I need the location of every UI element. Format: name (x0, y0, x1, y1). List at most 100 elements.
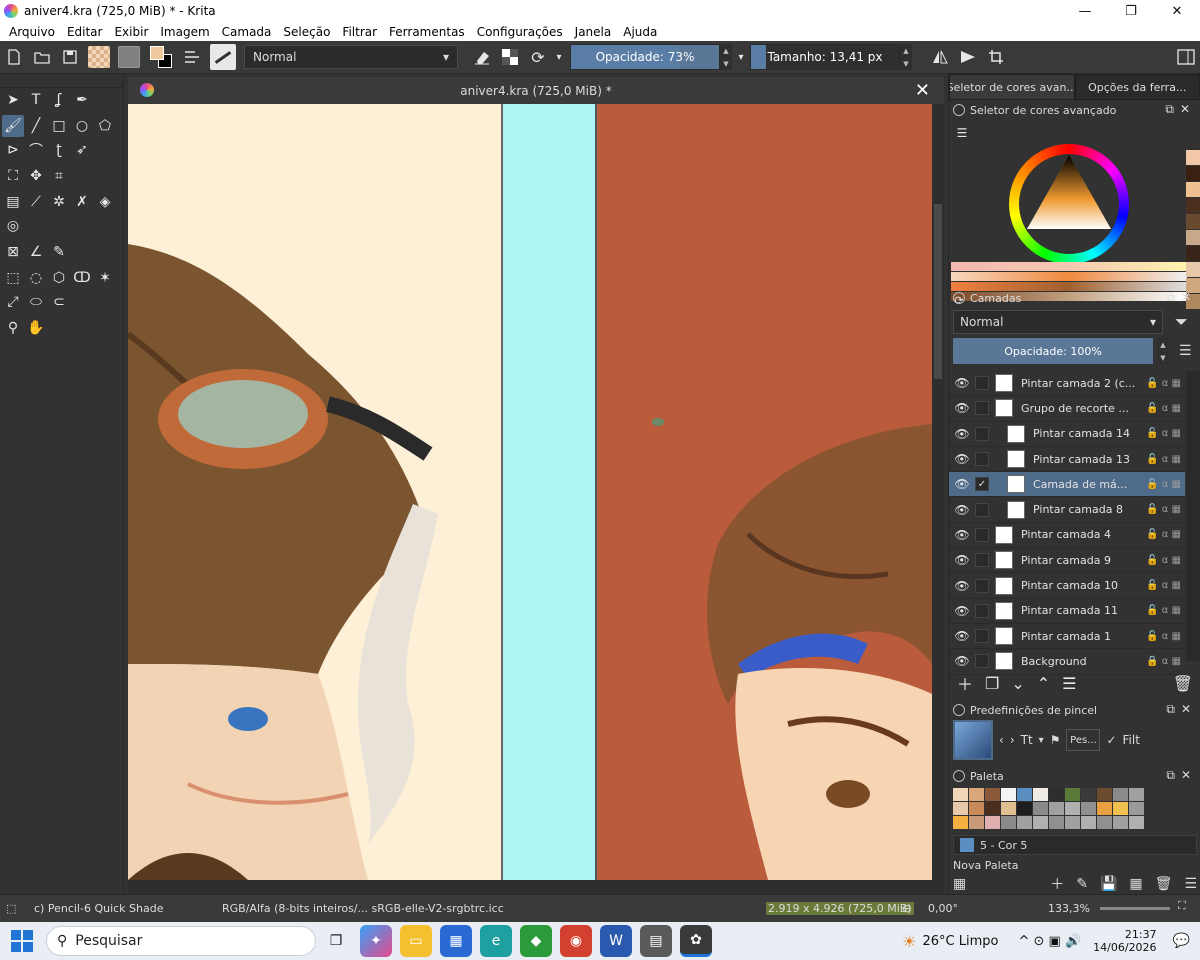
layer-select-checkbox[interactable] (975, 452, 989, 467)
filter-checkbox[interactable]: ✓ (1106, 733, 1116, 747)
word-icon[interactable]: W (600, 925, 632, 957)
zoom-fit-icon[interactable]: ⛶ (1178, 899, 1186, 913)
palette-swatch[interactable] (953, 802, 968, 815)
menu-filtrar[interactable]: Filtrar (336, 25, 383, 39)
mirror-vertical-icon[interactable] (954, 43, 982, 71)
canvas-vertical-scrollbar[interactable] (932, 104, 944, 880)
pattern-swatch[interactable] (118, 46, 140, 68)
close-window-button[interactable]: ✕ (1154, 0, 1200, 22)
copilot-icon[interactable]: ✦ (360, 925, 392, 957)
layer-flags-icon[interactable]: 🔓 α ▦ (1135, 555, 1185, 566)
recent-color-swatch[interactable] (1186, 246, 1200, 261)
layer-select-checkbox[interactable] (975, 578, 989, 593)
document-tab[interactable]: aniver4.kra (725,0 MiB) * ✕ (128, 77, 944, 104)
new-document-icon[interactable] (0, 43, 28, 71)
layer-select-checkbox[interactable] (975, 401, 989, 416)
palette-swatch[interactable] (1017, 788, 1032, 801)
palette-swatch[interactable] (1097, 816, 1112, 829)
opacity-slider[interactable]: Opacidade: 73% (570, 44, 720, 70)
rectangle-tool-icon[interactable]: □ (48, 115, 70, 137)
palette-current-color[interactable]: 5 - Cor 5 (953, 835, 1197, 855)
layer-row[interactable]: 👁 Pintar camada 10 🔓 α ▦ (949, 573, 1185, 599)
palette-swatch[interactable] (1129, 788, 1144, 801)
palette-swatch[interactable] (1113, 788, 1128, 801)
layer-row[interactable]: 👁 Pintar camada 4 🔓 α ▦ (949, 523, 1185, 549)
recent-color-swatch[interactable] (1186, 198, 1200, 213)
foreground-background-colors[interactable] (148, 44, 174, 70)
menu-ferramentas[interactable]: Ferramentas (383, 25, 471, 39)
filter-icon[interactable]: ⏷ (1175, 312, 1188, 332)
palette-swatch[interactable] (1001, 802, 1016, 815)
taskbar-search[interactable]: ⚲ Pesquisar (46, 926, 316, 956)
size-slider[interactable]: Tamanho: 13,41 px (750, 44, 900, 70)
palette-swatch[interactable] (1129, 816, 1144, 829)
close-document-button[interactable]: ✕ (915, 80, 930, 101)
magic-wand-icon[interactable]: ✶ (94, 267, 116, 289)
docker-controls-icon[interactable]: ⧉✕ (1166, 768, 1197, 783)
palette-swatch[interactable] (969, 788, 984, 801)
file-explorer-icon[interactable]: ▭ (400, 925, 432, 957)
layer-row[interactable]: 👁 Pintar camada 8 🔓 α ▦ (949, 497, 1185, 523)
palette-grid-icon[interactable]: ▦ (953, 876, 966, 892)
layer-flags-icon[interactable]: 🔓 α ▦ (1135, 631, 1185, 642)
layer-row[interactable]: 👁 ✓ Camada de má... 🔓 α ▦ (949, 472, 1185, 498)
next-icon[interactable]: › (1010, 733, 1015, 747)
palette-swatch[interactable] (1065, 802, 1080, 815)
layer-select-checkbox[interactable] (975, 629, 989, 644)
polygon-select-icon[interactable]: ⬡ (48, 267, 70, 289)
layer-row[interactable]: 👁 Pintar camada 9 🔓 α ▦ (949, 548, 1185, 574)
bookmark-icon[interactable]: ⚑ (1050, 733, 1061, 747)
bezier-select-icon[interactable]: ⬭ (25, 291, 47, 313)
reload-preset-icon[interactable]: ⟳ (524, 43, 552, 71)
visibility-eye-icon[interactable]: 👁 (949, 579, 975, 593)
tab-tool-options[interactable]: Opções da ferra... (1074, 74, 1200, 100)
palette-swatch[interactable] (1033, 802, 1048, 815)
layer-flags-icon[interactable]: 🔓 α ▦ (1135, 580, 1185, 591)
docker-controls-icon[interactable]: ⧉✕ (1165, 102, 1196, 117)
palette-swatch[interactable] (1001, 788, 1016, 801)
move-layer-up-icon[interactable]: ⌃ (1037, 674, 1050, 693)
visibility-eye-icon[interactable]: 👁 (949, 401, 975, 415)
layer-row[interactable]: 👁 Pintar camada 14 🔓 α ▦ (949, 422, 1185, 447)
selection-icon[interactable]: ⬚ (6, 902, 16, 915)
canvas-vertical-scroll-thumb[interactable] (934, 204, 942, 379)
layers-scrollbar[interactable] (1186, 371, 1200, 661)
palette-swatch[interactable] (969, 816, 984, 829)
color-picker-icon[interactable]: ⟋ (25, 191, 47, 213)
minimize-button[interactable]: — (1062, 0, 1108, 22)
reference-pin-icon[interactable]: ✎ (48, 241, 70, 263)
layer-select-checkbox[interactable] (975, 502, 989, 517)
store-icon[interactable]: ▦ (440, 925, 472, 957)
pan-tool-icon[interactable]: ✋ (25, 317, 47, 339)
crop-wrap-icon[interactable] (982, 43, 1010, 71)
assistant-tool-icon[interactable]: ◎ (2, 215, 24, 237)
palette-swatch[interactable] (1049, 788, 1064, 801)
opacity-spinner[interactable]: ▲ ▼ (720, 44, 732, 70)
layer-flags-icon[interactable]: 🔓 α ▦ (1135, 529, 1185, 540)
layer-select-checkbox[interactable] (975, 527, 989, 542)
mirror-horizontal-icon[interactable] (926, 43, 954, 71)
palette-swatch[interactable] (1017, 802, 1032, 815)
palette-swatch[interactable] (1065, 816, 1080, 829)
preset-search-input[interactable]: Pes... (1066, 729, 1101, 751)
transform-tool-icon[interactable]: ⛶ (2, 165, 24, 187)
crop-tool-icon[interactable]: ⌗ (48, 165, 70, 187)
layer-flags-icon[interactable]: 🔒 α ▦ (1135, 656, 1185, 667)
visibility-eye-icon[interactable]: 👁 (949, 604, 975, 618)
chevron-down-icon[interactable]: ▾ (732, 43, 750, 71)
save-icon[interactable] (56, 43, 84, 71)
canvas-horizontal-scrollbar[interactable] (128, 880, 944, 893)
freehand-select-icon[interactable]: ↀ (71, 267, 93, 289)
previous-icon[interactable]: ‹ (999, 733, 1004, 747)
recent-color-swatch[interactable] (1186, 214, 1200, 229)
edge-icon[interactable]: e (480, 925, 512, 957)
zoom-slider[interactable] (1100, 907, 1170, 910)
layer-select-checkbox[interactable] (975, 376, 989, 391)
app-green-icon[interactable]: ◆ (520, 925, 552, 957)
text-tool-icon[interactable]: T (25, 89, 47, 111)
add-color-icon[interactable]: ＋ (1050, 874, 1064, 894)
delete-color-icon[interactable]: 🗑 (1155, 876, 1173, 892)
layer-opacity-spinner[interactable]: ▲ ▼ (1157, 338, 1169, 364)
recent-color-swatch[interactable] (1186, 166, 1200, 181)
visibility-eye-icon[interactable]: 👁 (949, 654, 975, 668)
